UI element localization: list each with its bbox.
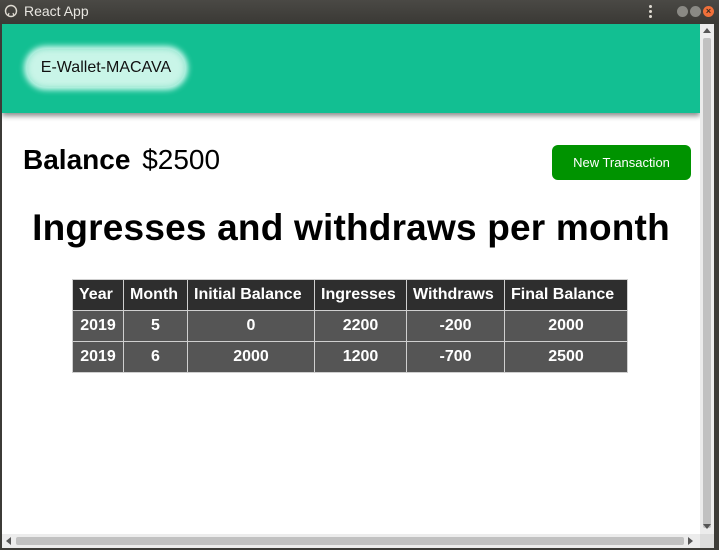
maximize-button[interactable] [690, 6, 701, 17]
new-transaction-button[interactable]: New Transaction [552, 145, 691, 180]
column-header-year: Year [72, 279, 124, 311]
cell-withdraws: -700 [406, 341, 505, 373]
app-logo-icon [4, 4, 18, 18]
cell-year: 2019 [72, 341, 124, 373]
column-header-month: Month [123, 279, 188, 311]
table-row: 2019 5 0 2200 -200 2000 [72, 310, 628, 342]
transactions-table: Year Month Initial Balance Ingresses Wit… [72, 279, 628, 373]
column-header-ingresses: Ingresses [314, 279, 407, 311]
cell-month: 6 [123, 341, 188, 373]
cell-year: 2019 [72, 310, 124, 342]
brand-logo-button[interactable]: E-Wallet-MACAVA [27, 49, 185, 87]
scrollbar-corner [700, 534, 714, 548]
cell-final-balance: 2500 [504, 341, 628, 373]
cell-initial-balance: 0 [187, 310, 315, 342]
balance-display: Balance $2500 [23, 144, 220, 176]
page-viewport: E-Wallet-MACAVA Balance $2500 New Transa… [2, 24, 700, 534]
scroll-right-icon[interactable] [688, 537, 693, 545]
horizontal-scrollbar[interactable] [2, 534, 700, 548]
close-button[interactable]: × [703, 6, 714, 17]
minimize-button[interactable] [677, 6, 688, 17]
scroll-down-icon[interactable] [703, 524, 711, 529]
more-options-icon[interactable] [646, 4, 654, 20]
table-header-row: Year Month Initial Balance Ingresses Wit… [72, 279, 628, 311]
app-header: E-Wallet-MACAVA [2, 24, 700, 113]
vertical-scrollbar[interactable] [700, 24, 714, 534]
window-titlebar: React App × [0, 0, 719, 24]
balance-value: $2500 [142, 144, 221, 175]
vertical-scroll-thumb[interactable] [703, 38, 711, 528]
column-header-withdraws: Withdraws [406, 279, 505, 311]
table-row: 2019 6 2000 1200 -700 2500 [72, 341, 628, 373]
column-header-final-balance: Final Balance [504, 279, 628, 311]
window-border [714, 24, 719, 550]
column-header-initial-balance: Initial Balance [187, 279, 315, 311]
scroll-up-icon[interactable] [703, 28, 711, 33]
cell-initial-balance: 2000 [187, 341, 315, 373]
window-title: React App [24, 3, 89, 19]
cell-final-balance: 2000 [504, 310, 628, 342]
horizontal-scroll-thumb[interactable] [16, 537, 684, 545]
cell-ingresses: 1200 [314, 341, 407, 373]
cell-withdraws: -200 [406, 310, 505, 342]
cell-month: 5 [123, 310, 188, 342]
cell-ingresses: 2200 [314, 310, 407, 342]
page-title: Ingresses and withdraws per month [32, 207, 670, 248]
scroll-left-icon[interactable] [6, 537, 11, 545]
balance-label: Balance [23, 144, 131, 175]
